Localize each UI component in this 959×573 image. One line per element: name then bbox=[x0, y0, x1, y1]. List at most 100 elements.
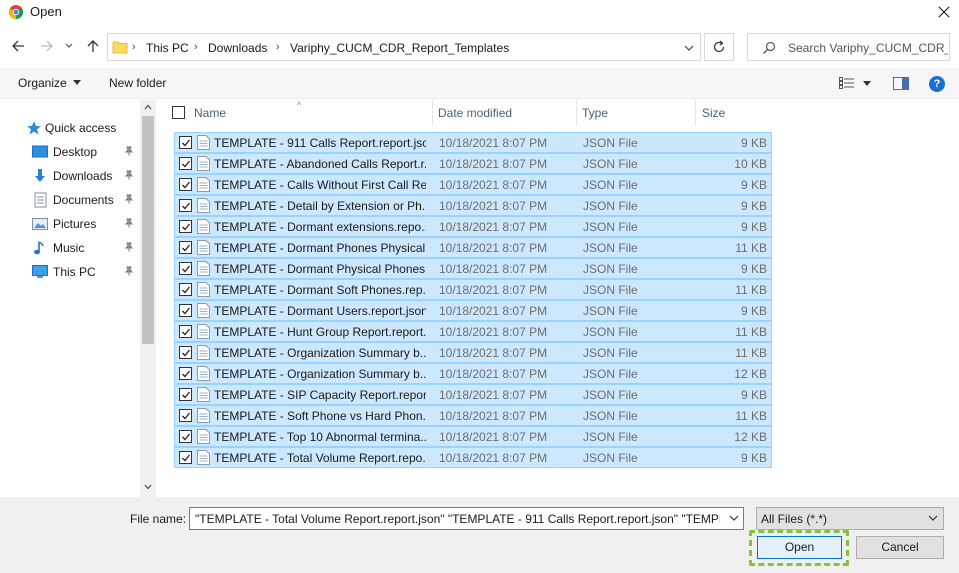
checkmark-icon bbox=[182, 454, 191, 462]
row-checkbox[interactable] bbox=[179, 199, 192, 212]
address-bar[interactable]: › This PC › Downloads › Variphy_CUCM_CDR… bbox=[107, 33, 701, 61]
file-date-modified: 10/18/2021 8:07 PM bbox=[439, 178, 548, 192]
table-row[interactable]: TEMPLATE - Dormant Physical Phones... 10/… bbox=[174, 258, 772, 279]
sidebar-item-quick-access[interactable]: Quick access bbox=[0, 117, 140, 139]
view-dropdown-chevron-icon[interactable] bbox=[863, 81, 871, 86]
breadcrumb-current-folder[interactable]: Variphy_CUCM_CDR_Report_Templates bbox=[290, 41, 509, 55]
row-checkbox[interactable] bbox=[179, 367, 192, 380]
table-row[interactable]: TEMPLATE - Dormant Users.report.json 10/1… bbox=[174, 300, 772, 321]
table-row[interactable]: TEMPLATE - Abandoned Calls Report.r... 10… bbox=[174, 153, 772, 174]
row-checkbox[interactable] bbox=[179, 262, 192, 275]
sidebar-item-music[interactable]: Music bbox=[0, 237, 140, 259]
select-all-checkbox[interactable] bbox=[172, 106, 185, 119]
sidebar-item-this-pc[interactable]: This PC bbox=[0, 261, 140, 283]
file-name: TEMPLATE - SIP Capacity Report.repor... bbox=[214, 388, 426, 402]
search-box[interactable]: Search Variphy_CUCM_CDR_... bbox=[747, 33, 950, 61]
table-row[interactable]: TEMPLATE - Dormant extensions.repo... 10/… bbox=[174, 216, 772, 237]
checkmark-icon bbox=[182, 412, 191, 420]
table-row[interactable]: TEMPLATE - Top 10 Abnormal termina... 10/… bbox=[174, 426, 772, 447]
table-row[interactable]: TEMPLATE - Dormant Phones Physical... 10/… bbox=[174, 237, 772, 258]
close-button[interactable] bbox=[929, 0, 959, 25]
table-row[interactable]: TEMPLATE - SIP Capacity Report.repor... 1… bbox=[174, 384, 772, 405]
file-type-value: All Files (*.*) bbox=[761, 512, 828, 526]
sidebar-item-pictures[interactable]: Pictures bbox=[0, 213, 140, 235]
search-icon bbox=[763, 41, 776, 54]
file-date-modified: 10/18/2021 8:07 PM bbox=[439, 409, 548, 423]
up-arrow-icon[interactable] bbox=[85, 38, 101, 54]
chevron-down-icon[interactable] bbox=[729, 513, 739, 523]
column-header-type[interactable]: Type bbox=[582, 106, 608, 120]
file-size: 9 KB bbox=[740, 304, 767, 318]
table-row[interactable]: TEMPLATE - Soft Phone vs Hard Phon... 10/… bbox=[174, 405, 772, 426]
column-divider[interactable] bbox=[695, 100, 696, 126]
file-date-modified: 10/18/2021 8:07 PM bbox=[439, 157, 548, 171]
row-checkbox[interactable] bbox=[179, 346, 192, 359]
row-checkbox[interactable] bbox=[179, 136, 192, 149]
table-row[interactable]: TEMPLATE - 911 Calls Report.report.json 1… bbox=[174, 132, 772, 153]
column-divider[interactable] bbox=[576, 100, 577, 126]
table-row[interactable]: TEMPLATE - Total Volume Report.repo... 10… bbox=[174, 447, 772, 468]
row-checkbox[interactable] bbox=[179, 430, 192, 443]
table-row[interactable]: TEMPLATE - Organization Summary b... 10/1… bbox=[174, 363, 772, 384]
sidebar-item-desktop[interactable]: Desktop bbox=[0, 141, 140, 163]
row-checkbox[interactable] bbox=[179, 220, 192, 233]
table-row[interactable]: TEMPLATE - Calls Without First Call Re..… bbox=[174, 174, 772, 195]
row-checkbox[interactable] bbox=[179, 241, 192, 254]
file-name: TEMPLATE - Calls Without First Call Re..… bbox=[214, 178, 426, 192]
row-checkbox[interactable] bbox=[179, 304, 192, 317]
row-checkbox[interactable] bbox=[179, 388, 192, 401]
sidebar-item-downloads[interactable]: Downloads bbox=[0, 165, 140, 187]
pin-icon bbox=[124, 218, 134, 228]
help-icon[interactable]: ? bbox=[929, 76, 945, 92]
view-options-icon[interactable] bbox=[839, 77, 855, 89]
column-divider[interactable] bbox=[432, 100, 433, 126]
organize-menu[interactable]: Organize bbox=[18, 76, 81, 90]
open-button[interactable]: Open bbox=[757, 536, 842, 559]
breadcrumb-downloads[interactable]: Downloads bbox=[208, 41, 267, 55]
cancel-button[interactable]: Cancel bbox=[856, 536, 944, 559]
refresh-button[interactable] bbox=[704, 33, 734, 61]
row-checkbox[interactable] bbox=[179, 178, 192, 191]
row-checkbox[interactable] bbox=[179, 283, 192, 296]
checkmark-icon bbox=[182, 265, 191, 273]
sidebar-item-label: Documents bbox=[53, 193, 114, 207]
table-row[interactable]: TEMPLATE - Detail by Extension or Ph... 1… bbox=[174, 195, 772, 216]
row-checkbox[interactable] bbox=[179, 409, 192, 422]
row-checkbox[interactable] bbox=[179, 451, 192, 464]
row-checkbox[interactable] bbox=[179, 325, 192, 338]
close-icon bbox=[938, 6, 950, 18]
organize-label: Organize bbox=[18, 76, 67, 90]
scrollbar-thumb[interactable] bbox=[142, 116, 154, 344]
sidebar-item-label: This PC bbox=[53, 265, 96, 279]
table-row[interactable]: TEMPLATE - Dormant Soft Phones.rep... 10/… bbox=[174, 279, 772, 300]
sidebar-item-documents[interactable]: Documents bbox=[0, 189, 140, 211]
column-header-size[interactable]: Size bbox=[702, 106, 725, 120]
preview-pane-icon[interactable] bbox=[893, 77, 909, 90]
back-arrow-icon[interactable] bbox=[10, 38, 26, 54]
column-header-name[interactable]: Name bbox=[194, 106, 226, 120]
search-placeholder: Search Variphy_CUCM_CDR_... bbox=[788, 41, 948, 55]
table-row[interactable]: TEMPLATE - Organization Summary b... 10/1… bbox=[174, 342, 772, 363]
sidebar-scrollbar[interactable] bbox=[140, 100, 156, 497]
breadcrumb-this-pc[interactable]: This PC bbox=[146, 41, 189, 55]
pin-icon bbox=[124, 266, 134, 276]
row-checkbox[interactable] bbox=[179, 157, 192, 170]
table-row[interactable]: TEMPLATE - Hunt Group Report.report... 10… bbox=[174, 321, 772, 342]
file-name: TEMPLATE - Detail by Extension or Ph... bbox=[214, 199, 426, 213]
forward-arrow-icon[interactable] bbox=[39, 38, 55, 54]
filename-value: "TEMPLATE - Total Volume Report.report.j… bbox=[195, 512, 720, 526]
file-type: JSON File bbox=[583, 388, 638, 402]
new-folder-button[interactable]: New folder bbox=[109, 76, 166, 90]
filename-input[interactable]: "TEMPLATE - Total Volume Report.report.j… bbox=[189, 507, 744, 530]
checkmark-icon bbox=[182, 349, 191, 357]
column-header-date[interactable]: Date modified bbox=[438, 106, 512, 120]
column-header-row: ^ Name Date modified Type Size bbox=[157, 100, 959, 126]
scroll-up-chevron-icon[interactable] bbox=[144, 104, 152, 110]
file-type-select[interactable]: All Files (*.*) bbox=[756, 507, 944, 530]
recent-locations-chevron-icon[interactable] bbox=[64, 42, 74, 50]
title-bar: Open bbox=[0, 0, 959, 25]
address-dropdown-chevron-icon[interactable] bbox=[684, 44, 694, 52]
file-name: TEMPLATE - Abandoned Calls Report.r... bbox=[214, 157, 426, 171]
file-icon bbox=[197, 387, 210, 402]
scroll-down-chevron-icon[interactable] bbox=[144, 484, 152, 490]
